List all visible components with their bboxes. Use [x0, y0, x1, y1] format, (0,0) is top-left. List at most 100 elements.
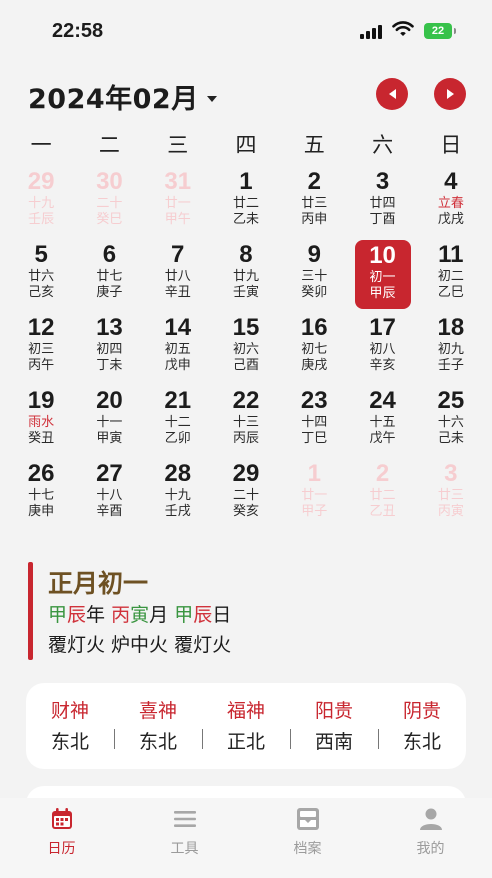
day-branch: 辰 [193, 604, 213, 626]
day-cell-inner: 4 立春 戊戌 [423, 166, 479, 236]
lunar-day-label: 廿二 [369, 488, 396, 503]
day-cell[interactable]: 3 廿三 丙寅 [417, 458, 485, 531]
day-number: 24 [369, 387, 396, 414]
day-cell[interactable]: 19 雨水 癸丑 [7, 385, 75, 458]
day-cell[interactable]: 27 十八 辛酉 [75, 458, 143, 531]
arrow-right-icon [446, 89, 454, 99]
lunar-day-label: 廿一 [164, 196, 191, 211]
day-cell[interactable]: 12 初三 丙午 [7, 312, 75, 385]
day-cell[interactable]: 2 廿三 丙申 [280, 166, 348, 239]
god-name: 财神 [50, 699, 89, 722]
day-number: 9 [307, 241, 321, 268]
day-cell[interactable]: 1 廿二 乙未 [212, 166, 280, 239]
lunar-day-label: 初八 [369, 342, 396, 357]
day-cell-inner: 2 廿二 乙丑 [355, 458, 411, 528]
weekday-label: 六 [372, 133, 394, 157]
day-cell-inner: 17 初八 辛亥 [355, 312, 411, 382]
day-cell-inner: 2 廿三 丙申 [286, 166, 342, 236]
day-number: 21 [164, 387, 192, 414]
day-cell[interactable]: 17 初八 辛亥 [348, 312, 416, 385]
day-cell[interactable]: 6 廿七 庚子 [75, 239, 143, 312]
day-number: 14 [164, 314, 192, 341]
ganzhi-day-label: 戊午 [369, 431, 396, 446]
day-cell[interactable]: 15 初六 己酉 [212, 312, 280, 385]
day-cell-inner: 26 十七 庚申 [13, 458, 69, 528]
day-number: 31 [164, 168, 192, 195]
battery-icon: 22 [424, 23, 456, 39]
day-number: 20 [96, 387, 123, 414]
weekday-label: 二 [98, 133, 120, 157]
day-number: 18 [437, 314, 465, 341]
tab-calendar[interactable]: 日历 [0, 798, 123, 878]
month-selector[interactable]: 2024年02月 [28, 77, 217, 116]
day-cell[interactable]: 8 廿九 壬寅 [212, 239, 280, 312]
day-cell[interactable]: 1 廿一 甲子 [280, 458, 348, 531]
day-number: 19 [27, 387, 55, 414]
next-month-button[interactable] [434, 78, 466, 110]
day-cell[interactable]: 18 初九 壬子 [417, 312, 485, 385]
tab-mine[interactable]: 我的 [369, 798, 492, 878]
day-cell[interactable]: 21 十二 乙卯 [144, 385, 212, 458]
day-cell[interactable]: 22 十三 丙辰 [212, 385, 280, 458]
day-cell[interactable]: 7 廿八 辛丑 [144, 239, 212, 312]
lunar-day-label: 初四 [96, 342, 123, 357]
day-cell[interactable]: 4 立春 戊戌 [417, 166, 485, 239]
gods-direction-card[interactable]: 财神 东北 喜神 东北 福神 正北 阳贵 西南 阴贵 东北 [26, 683, 466, 769]
day-cell[interactable]: 29 二十 癸亥 [212, 458, 280, 531]
day-cell[interactable]: 25 十六 己未 [417, 385, 485, 458]
tab-archive[interactable]: 档案 [246, 798, 369, 878]
god-name: 阳贵 [314, 699, 353, 722]
day-number: 4 [444, 168, 458, 195]
lunar-day-label: 十八 [96, 488, 123, 503]
lunar-info: 正月初一 甲辰年 丙寅月 甲辰日 覆灯火 炉中火 覆灯火 [28, 562, 448, 660]
day-cell[interactable]: 3 廿四 丁酉 [348, 166, 416, 239]
day-cell-inner: 5 廿六 己亥 [13, 239, 69, 309]
lunar-day-label: 廿一 [301, 488, 328, 503]
ganzhi-day-label: 辛丑 [164, 285, 191, 300]
day-cell-inner: 8 廿九 壬寅 [218, 239, 274, 309]
day-cell-inner: 13 初四 丁未 [81, 312, 137, 382]
day-cell[interactable]: 28 十九 壬戌 [144, 458, 212, 531]
god-name: 福神 [226, 699, 265, 722]
day-cell[interactable]: 29 十九 壬辰 [7, 166, 75, 239]
day-cell-inner: 23 十四 丁巳 [286, 385, 342, 455]
prev-month-button[interactable] [376, 78, 408, 110]
ganzhi-day-label: 癸亥 [232, 504, 259, 519]
day-cell[interactable]: 20 十一 甲寅 [75, 385, 143, 458]
day-cell-selected[interactable]: 10 初一 甲辰 [348, 239, 416, 312]
day-cell[interactable]: 9 三十 癸卯 [280, 239, 348, 312]
ganzhi-day-label: 己未 [437, 431, 464, 446]
day-cell[interactable]: 31 廿一 甲午 [144, 166, 212, 239]
day-cell[interactable]: 16 初七 庚戌 [280, 312, 348, 385]
day-cell[interactable]: 5 廿六 己亥 [7, 239, 75, 312]
day-number: 3 [375, 168, 390, 195]
lunar-day-label: 廿七 [96, 269, 123, 284]
god-direction: 东北 [402, 730, 441, 753]
ganzhi-day-label: 庚子 [96, 285, 123, 300]
day-cell-inner: 27 十八 辛酉 [81, 458, 137, 528]
day-cell[interactable]: 2 廿二 乙丑 [348, 458, 416, 531]
lunar-day-label: 廿八 [164, 269, 191, 284]
day-cell[interactable]: 13 初四 丁未 [75, 312, 143, 385]
day-cell[interactable]: 26 十七 庚申 [7, 458, 75, 531]
day-cell-inner: 10 初一 甲辰 [354, 240, 411, 309]
day-number: 23 [300, 387, 328, 414]
day-cell[interactable]: 14 初五 戊申 [144, 312, 212, 385]
day-cell-inner: 11 初二 乙巳 [423, 239, 479, 309]
day-number: 12 [27, 314, 55, 341]
lunar-day-label: 十七 [28, 488, 55, 503]
day-number: 7 [171, 241, 185, 268]
day-cell[interactable]: 11 初二 乙巳 [417, 239, 485, 312]
day-number: 1 [239, 168, 253, 195]
day-cell[interactable]: 30 二十 癸巳 [75, 166, 143, 239]
day-cell[interactable]: 24 十五 戊午 [348, 385, 416, 458]
day-cell[interactable]: 23 十四 丁巳 [280, 385, 348, 458]
day-number: 5 [34, 241, 48, 268]
tab-tools[interactable]: 工具 [123, 798, 246, 878]
ganzhi-day-label: 丁巳 [301, 431, 328, 446]
ganzhi-day-label: 丁酉 [369, 212, 396, 227]
ganzhi-day-label: 壬辰 [28, 212, 55, 227]
ganzhi-day-label: 戊戌 [437, 212, 464, 227]
day-cell-inner: 28 十九 壬戌 [150, 458, 206, 528]
day-cell-inner: 14 初五 戊申 [150, 312, 206, 382]
